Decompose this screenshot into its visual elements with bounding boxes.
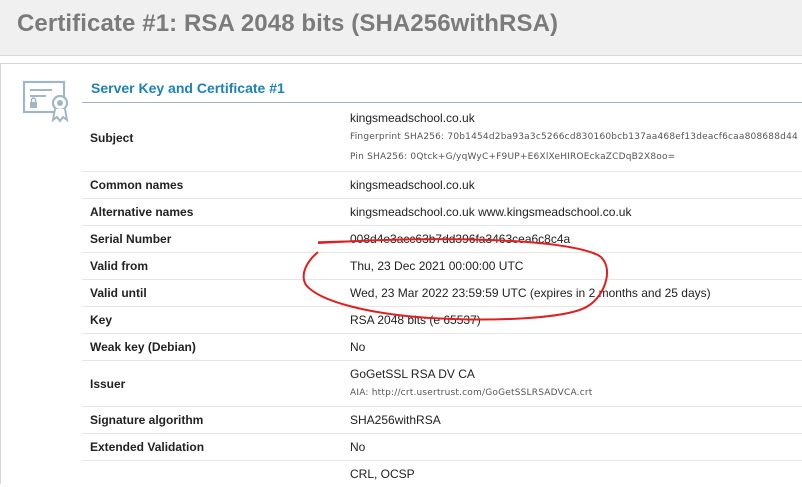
row-valid-from: Valid from Thu, 23 Dec 2021 00:00:00 UTC — [82, 252, 802, 280]
common-names-value: kingsmeadschool.co.uk — [350, 178, 475, 192]
row-label: Serial Number — [90, 232, 172, 246]
alternative-names-value: kingsmeadschool.co.uk www.kingsmeadschoo… — [350, 205, 632, 219]
row-label: Signature algorithm — [90, 413, 204, 427]
valid-until-value: Wed, 23 Mar 2022 23:59:59 UTC (expires i… — [350, 286, 711, 300]
row-label: Key — [90, 313, 113, 327]
signature-algorithm-value: SHA256withRSA — [350, 413, 441, 427]
row-label: Weak key (Debian) — [90, 340, 196, 354]
row-label: Common names — [90, 178, 184, 192]
row-valid-until: Valid until Wed, 23 Mar 2022 23:59:59 UT… — [82, 279, 802, 307]
row-label: Extended Validation — [90, 440, 205, 454]
row-subject: Subject kingsmeadschool.co.uk Fingerprin… — [82, 103, 802, 172]
row-signature-algorithm: Signature algorithm SHA256withRSA — [82, 406, 802, 434]
section-title: Server Key and Certificate #1 — [91, 80, 285, 96]
issuer-value[interactable]: GoGetSSL RSA DV CA — [350, 367, 475, 381]
pin-sha256: Pin SHA256: 0Qtck+G/yqWyC+F9UP+E6XlXeHIR… — [350, 152, 676, 162]
row-label: Valid from — [90, 259, 149, 273]
valid-from-value: Thu, 23 Dec 2021 00:00:00 UTC — [350, 259, 524, 273]
page-header: Certificate #1: RSA 2048 bits (SHA256wit… — [0, 0, 802, 56]
row-serial-number: Serial Number 008d4e3acc63b7dd396fa3463c… — [82, 225, 802, 253]
subject-value[interactable]: kingsmeadschool.co.uk — [350, 111, 475, 125]
certificate-icon — [22, 80, 69, 123]
serial-number-value: 008d4e3acc63b7dd396fa3463cea6c8c4a — [350, 232, 571, 246]
revocation-value: CRL, OCSP — [350, 467, 415, 481]
row-label: Subject — [90, 131, 134, 145]
page-title: Certificate #1: RSA 2048 bits (SHA256wit… — [17, 10, 559, 37]
row-alternative-names: Alternative names kingsmeadschool.co.uk … — [82, 198, 802, 226]
extended-validation-value: No — [350, 440, 366, 454]
weak-key-value: No — [350, 340, 366, 354]
row-issuer: Issuer GoGetSSL RSA DV CA AIA: http://cr… — [82, 360, 802, 407]
fingerprint-sha256: Fingerprint SHA256: 70b1454d2ba93a3c5266… — [350, 132, 798, 142]
row-weak-key: Weak key (Debian) No — [82, 333, 802, 361]
row-label: Issuer — [90, 377, 126, 391]
row-label: Valid until — [90, 286, 147, 300]
row-extended-validation: Extended Validation No — [82, 433, 802, 461]
issuer-aia[interactable]: AIA: http://crt.usertrust.com/GoGetSSLRS… — [350, 388, 593, 398]
key-value: RSA 2048 bits (e 65537) — [350, 313, 481, 327]
row-label: Alternative names — [90, 205, 194, 219]
row-common-names: Common names kingsmeadschool.co.uk — [82, 171, 802, 199]
row-revocation-information: CRL, OCSP — [82, 460, 802, 487]
row-key: Key RSA 2048 bits (e 65537) — [82, 306, 802, 334]
